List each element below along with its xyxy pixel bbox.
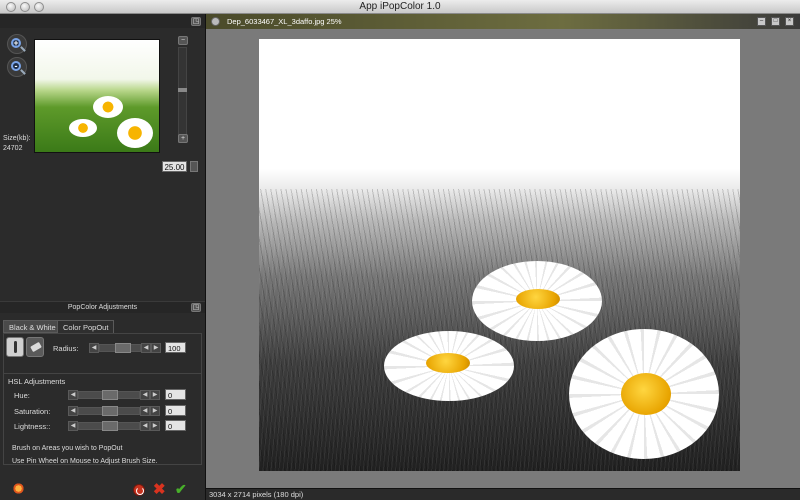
lightness-label: Lightness::: [14, 422, 51, 431]
thumbnail-daisy: [93, 96, 123, 118]
lightness-slider[interactable]: ◀ ◀ ▶: [68, 421, 160, 431]
doc-minimize-button[interactable]: –: [757, 17, 766, 26]
left-panel: ◳ + - Size(kb): 24702 − + 25.00 PopColor…: [0, 14, 205, 500]
size-value: 24702: [3, 145, 23, 152]
sun-icon[interactable]: [12, 482, 25, 495]
title-bar: App iPopColor 1.0: [0, 0, 800, 14]
saturation-label: Saturation:: [14, 407, 51, 416]
thumbnail-daisy: [117, 118, 153, 148]
hint-popout: Brush on Areas you wish to PopOut: [12, 445, 123, 452]
zoom-stepper[interactable]: [190, 161, 198, 172]
radius-value-field[interactable]: 100: [165, 342, 186, 353]
document-icon: [211, 17, 220, 26]
popcolor-header: PopColor Adjustments: [0, 301, 205, 313]
tab-color-popout[interactable]: Color PopOut: [57, 320, 115, 333]
ok-check-icon[interactable]: ✔: [175, 482, 187, 496]
tab-black-white[interactable]: Black & White: [3, 320, 62, 333]
zoom-slider[interactable]: [178, 47, 187, 143]
daisy-flower: [569, 329, 719, 459]
hsl-title: HSL Adjustments: [8, 377, 66, 386]
eraser-tool-button[interactable]: [26, 337, 44, 357]
document-panel: Dep_6033467_XL_3daffo.jpg 25% – □ × 3034…: [205, 14, 800, 500]
saturation-slider[interactable]: ◀ ◀ ▶: [68, 406, 160, 416]
preview-detach-button[interactable]: ◳: [191, 17, 201, 26]
hue-slider[interactable]: ◀ ◀ ▶: [68, 390, 160, 400]
zoom-out-icon[interactable]: -: [7, 57, 27, 77]
zoom-percent-field[interactable]: 25.00: [162, 161, 187, 172]
hint-brush-size: Use Pin Wheel on Mouse to Adjust Brush S…: [12, 458, 158, 465]
status-bar: 3034 x 2714 pixels (180 dpi): [206, 488, 800, 500]
preview-header: [0, 14, 205, 28]
image-dimensions: 3034 x 2714 pixels (180 dpi): [209, 490, 304, 499]
daisy-flower: [384, 331, 514, 401]
popcolor-detach-button[interactable]: ◳: [191, 303, 201, 312]
hue-label: Hue:: [14, 391, 30, 400]
document-tab: Dep_6033467_XL_3daffo.jpg 25% – □ ×: [206, 14, 800, 29]
zoom-plus-button[interactable]: +: [178, 134, 188, 143]
doc-restore-button[interactable]: □: [771, 17, 780, 26]
radius-label: Radius:: [53, 344, 79, 353]
preview-thumbnail[interactable]: [34, 39, 160, 153]
app-title: App iPopColor 1.0: [359, 1, 441, 12]
hue-value-field[interactable]: 0: [165, 389, 186, 400]
lightness-value-field[interactable]: 0: [165, 420, 186, 431]
zoom-minus-button[interactable]: −: [178, 36, 188, 45]
zoom-in-icon[interactable]: +: [7, 34, 27, 54]
brush-tool-button[interactable]: [6, 337, 24, 357]
size-label: Size(kb):: [3, 135, 31, 142]
reset-icon[interactable]: [133, 484, 145, 496]
radius-slider[interactable]: ◀ ◀ ▶: [89, 343, 161, 353]
thumbnail-daisy: [69, 119, 97, 137]
cancel-icon[interactable]: ✖: [153, 482, 166, 497]
doc-close-button[interactable]: ×: [785, 17, 794, 26]
hsl-divider: [3, 373, 202, 374]
image-canvas[interactable]: [259, 39, 740, 471]
document-title: Dep_6033467_XL_3daffo.jpg 25%: [227, 17, 342, 26]
saturation-value-field[interactable]: 0: [165, 405, 186, 416]
zoom-slider-thumb[interactable]: [178, 88, 187, 92]
